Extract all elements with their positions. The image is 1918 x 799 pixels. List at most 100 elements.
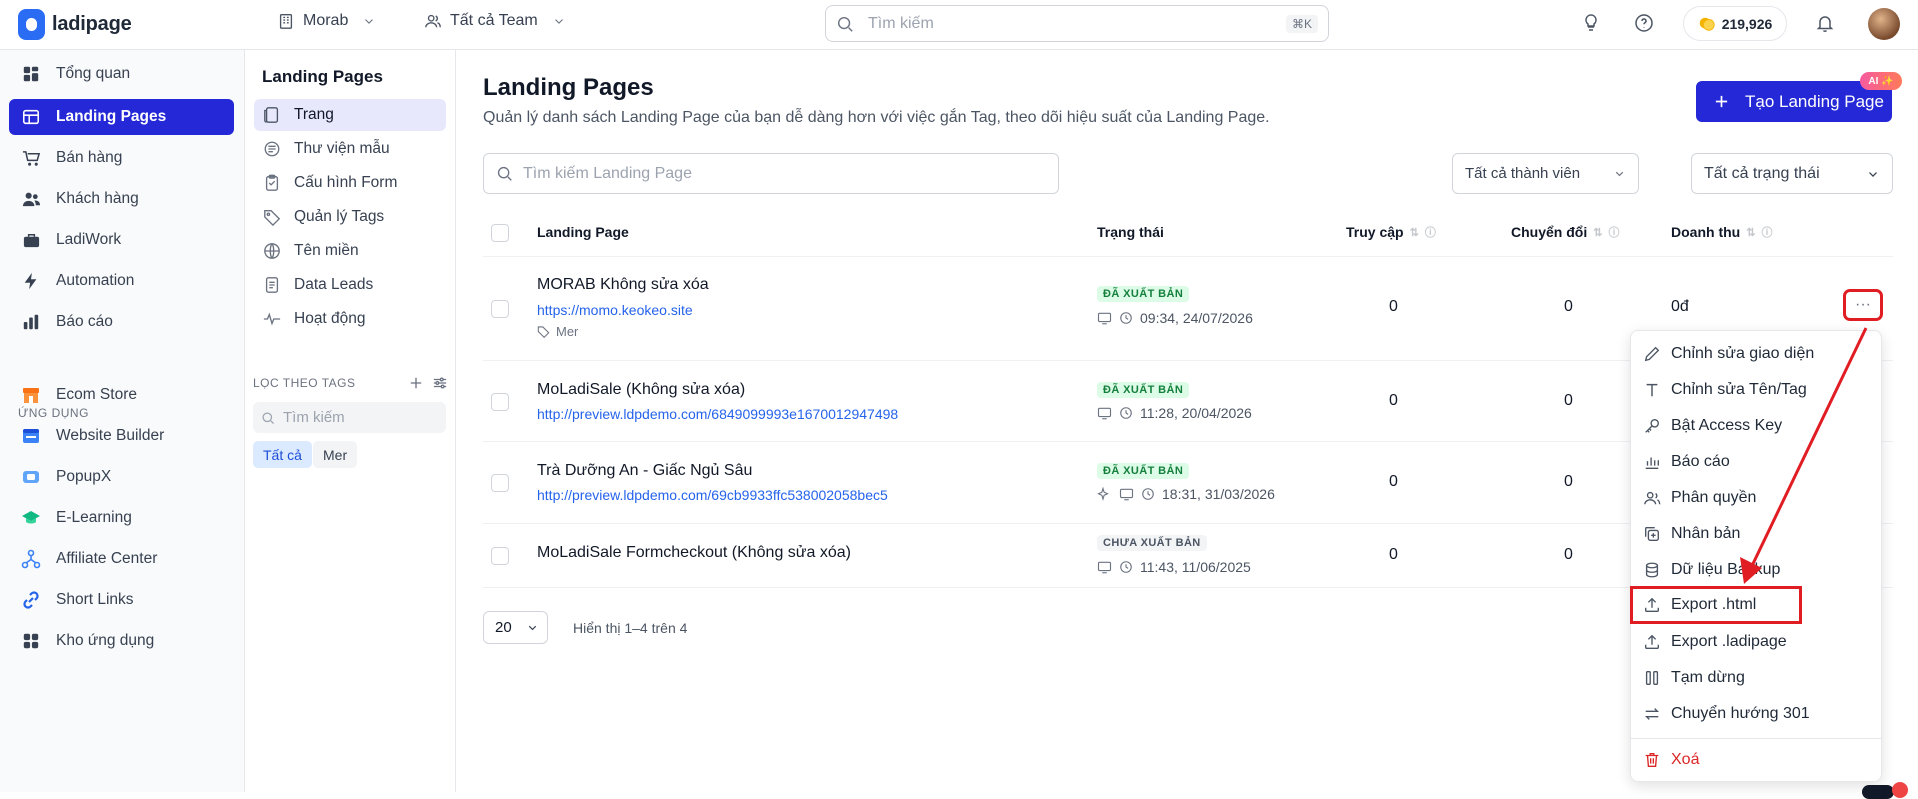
- row-url-link[interactable]: http://preview.ldpdemo.com/69cb9933ffc53…: [537, 487, 888, 503]
- bell-icon[interactable]: [1815, 13, 1835, 33]
- row-published-time: 18:31, 31/03/2026: [1097, 486, 1275, 502]
- credits-badge[interactable]: 219,926: [1683, 6, 1787, 41]
- sidebar-item-website-builder[interactable]: Website Builder: [9, 418, 234, 454]
- lightbulb-icon[interactable]: [1581, 13, 1601, 33]
- sidebar-item-label: Automation: [56, 272, 135, 289]
- top-bar: ladipage Morab Tất cả Team Tìm kiếm ⌘K 2…: [0, 0, 1918, 50]
- tag-chip-mer[interactable]: Mer: [313, 441, 358, 468]
- key-icon: [1645, 419, 1659, 433]
- landing-page-search-input[interactable]: Tìm kiếm Landing Page: [483, 153, 1059, 194]
- subnav-item-templates[interactable]: Thư viện mẫu: [254, 133, 446, 165]
- status-filter-select[interactable]: Tất cả trạng thái: [1691, 153, 1893, 194]
- help-icon[interactable]: [1634, 13, 1654, 33]
- subnav-item-data-leads[interactable]: Data Leads: [254, 269, 446, 301]
- row-url-link[interactable]: https://momo.keokeo.site: [537, 302, 693, 318]
- coins-icon: [1699, 17, 1715, 31]
- upload-icon: [1645, 634, 1659, 649]
- team-selector[interactable]: Tất cả Team: [424, 12, 566, 30]
- global-search-input[interactable]: Tìm kiếm ⌘K: [825, 5, 1329, 42]
- document-icon: [265, 277, 279, 293]
- template-icon: [264, 141, 280, 157]
- subnav-item-activity[interactable]: Hoạt động: [254, 303, 446, 335]
- row-title[interactable]: Trà Dưỡng An - Giấc Ngủ Sâu: [537, 462, 752, 480]
- tags-filter-label: LỌC THEO TAGS: [253, 376, 356, 390]
- column-header-conversions[interactable]: Chuyển đổi ⇅ ⓘ: [1511, 224, 1619, 240]
- tags-filter-header: LỌC THEO TAGS: [253, 376, 447, 390]
- column-header-label: Landing Page: [537, 224, 629, 240]
- sidebar-item-overview[interactable]: Tổng quan: [9, 56, 234, 92]
- sidebar-item-customers[interactable]: Khách hàng: [9, 181, 234, 217]
- menu-item-pause[interactable]: Tạm dừng: [1643, 663, 1871, 693]
- row-checkbox[interactable]: [491, 474, 509, 492]
- row-checkbox[interactable]: [491, 393, 509, 411]
- row-actions-menu: Chỉnh sửa giao diện Chỉnh sửa Tên/Tag Bậ…: [1630, 330, 1882, 782]
- plus-icon: [1715, 95, 1728, 108]
- menu-item-report[interactable]: Báo cáo: [1643, 447, 1871, 477]
- workspace-selector[interactable]: Morab: [277, 12, 376, 30]
- sidebar-item-sales[interactable]: Bán hàng: [9, 140, 234, 176]
- row-checkbox[interactable]: [491, 300, 509, 318]
- row-url-link[interactable]: http://preview.ldpdemo.com/6849099993e16…: [537, 406, 898, 422]
- row-title[interactable]: MORAB Không sửa xóa: [537, 276, 709, 294]
- menu-item-permissions[interactable]: Phân quyền: [1643, 483, 1871, 513]
- column-header-visits[interactable]: Truy cập ⇅ ⓘ: [1346, 224, 1436, 240]
- sidebar-item-label: E-Learning: [56, 509, 132, 526]
- filter-settings-icon[interactable]: [433, 376, 447, 390]
- page-size-select[interactable]: 20: [483, 611, 548, 644]
- menu-item-backup-data[interactable]: Dữ liệu Backup: [1643, 555, 1871, 585]
- users-icon: [21, 189, 41, 209]
- more-horizontal-icon: ···: [1855, 296, 1871, 313]
- sidebar-item-label: Khách hàng: [56, 190, 139, 207]
- row-published-time: 09:34, 24/07/2026: [1097, 310, 1253, 326]
- plus-icon[interactable]: [409, 376, 423, 390]
- info-icon: ⓘ: [1761, 227, 1773, 239]
- subnav-item-pages[interactable]: Trang: [254, 99, 446, 131]
- tags-search-input[interactable]: Tìm kiếm: [253, 402, 446, 433]
- sidebar-item-ecom-store[interactable]: Ecom Store: [9, 377, 234, 413]
- menu-item-label: Chuyển hướng 301: [1671, 705, 1810, 722]
- info-icon: ⓘ: [1424, 227, 1436, 239]
- menu-item-export-ladipage[interactable]: Export .ladipage: [1643, 627, 1871, 657]
- subnav-item-form-config[interactable]: Cấu hình Form: [254, 167, 446, 199]
- user-avatar[interactable]: [1868, 8, 1900, 40]
- menu-item-edit-design[interactable]: Chỉnh sửa giao diện: [1643, 339, 1871, 369]
- sidebar-item-affiliate-center[interactable]: Affiliate Center: [9, 541, 234, 577]
- sidebar-item-popupx[interactable]: PopupX: [9, 459, 234, 495]
- clipboard-icon: [265, 174, 279, 191]
- tag-chip-all[interactable]: Tất cả: [253, 441, 312, 468]
- row-checkbox[interactable]: [491, 547, 509, 565]
- sidebar-item-short-links[interactable]: Short Links: [9, 582, 234, 618]
- sidebar-item-reports[interactable]: Báo cáo: [9, 304, 234, 340]
- member-filter-select[interactable]: Tất cả thành viên: [1452, 153, 1639, 194]
- row-title[interactable]: MoLadiSale Formcheckout (Không sửa xóa): [537, 544, 851, 562]
- menu-item-export-html[interactable]: Export .html: [1630, 586, 1802, 624]
- column-header-revenue[interactable]: Doanh thu ⇅ ⓘ: [1671, 224, 1772, 240]
- menu-item-label: Export .ladipage: [1671, 633, 1787, 650]
- sidebar-item-ladiwork[interactable]: LadiWork: [9, 222, 234, 258]
- sparkle-icon: [1097, 486, 1109, 501]
- menu-item-access-key[interactable]: Bật Access Key: [1643, 411, 1871, 441]
- app-logo[interactable]: ladipage: [18, 9, 132, 40]
- subnav-item-tags[interactable]: Quản lý Tags: [254, 201, 446, 233]
- menu-item-delete[interactable]: Xoá: [1643, 745, 1871, 775]
- chevron-down-icon: [1869, 171, 1877, 177]
- row-title[interactable]: MoLadiSale (Không sửa xóa): [537, 381, 745, 399]
- row-conversions: 0: [1564, 392, 1573, 409]
- sidebar-item-landing-pages[interactable]: Landing Pages: [9, 99, 234, 135]
- column-header-label: Truy cập: [1346, 224, 1404, 240]
- select-all-checkbox[interactable]: [491, 224, 509, 242]
- sidebar-item-label: Bán hàng: [56, 149, 123, 166]
- page-subtitle: Quản lý danh sách Landing Page của bạn d…: [483, 109, 1270, 126]
- menu-item-edit-name-tag[interactable]: Chỉnh sửa Tên/Tag: [1643, 375, 1871, 405]
- sidebar-item-automation[interactable]: Automation: [9, 263, 234, 299]
- menu-item-redirect-301[interactable]: Chuyển hướng 301: [1643, 699, 1871, 729]
- row-more-actions-button[interactable]: ···: [1843, 289, 1883, 321]
- duplicate-icon: [1645, 527, 1659, 541]
- sidebar-item-label: Báo cáo: [56, 313, 113, 330]
- subnav-item-domains[interactable]: Tên miền: [254, 235, 446, 267]
- menu-item-duplicate[interactable]: Nhân bản: [1643, 519, 1871, 549]
- row-published-time: 11:43, 11/06/2025: [1097, 559, 1251, 575]
- sidebar-item-e-learning[interactable]: E-Learning: [9, 500, 234, 536]
- sidebar-item-app-store[interactable]: Kho ứng dụng: [9, 623, 234, 659]
- floating-widget[interactable]: [1862, 785, 1894, 799]
